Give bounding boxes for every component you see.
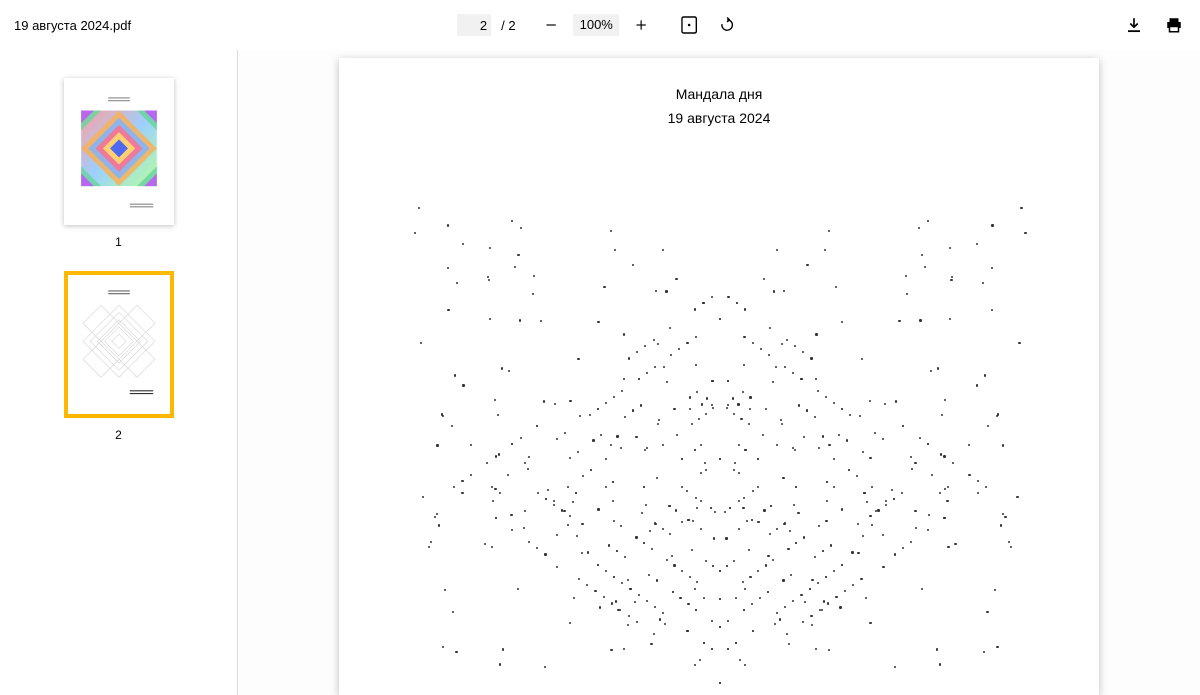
thumbnail-2-content — [74, 281, 164, 408]
document-page: Мандала дня 19 августа 2024 — [339, 58, 1099, 695]
rotate-icon — [718, 16, 736, 34]
thumbnail-2-label: 2 — [115, 428, 122, 442]
zoom-in-button[interactable] — [625, 9, 657, 41]
rotate-button[interactable] — [711, 9, 743, 41]
thumbnail-2-preview — [64, 271, 174, 418]
zoom-level[interactable]: 100% — [574, 14, 619, 36]
thumbnail-1-content — [74, 88, 164, 215]
thumbnail-1-preview — [64, 78, 174, 225]
download-icon — [1125, 16, 1143, 34]
fit-page-button[interactable] — [673, 9, 705, 41]
plus-icon — [634, 18, 648, 32]
thumbnail-1[interactable]: 1 — [64, 78, 174, 249]
thumbnail-1-label: 1 — [115, 235, 122, 249]
page-total: / 2 — [497, 18, 519, 33]
pdf-toolbar: 19 августа 2024.pdf / 2 100% — [0, 0, 1200, 50]
toolbar-center-group: / 2 100% — [457, 9, 743, 41]
doc-title: Мандала дня — [339, 86, 1099, 102]
toolbar-right-group — [1118, 9, 1190, 41]
download-button[interactable] — [1118, 9, 1150, 41]
dot-pattern — [409, 206, 1029, 695]
doc-subtitle: 19 августа 2024 — [339, 110, 1099, 126]
page-viewer[interactable]: Мандала дня 19 августа 2024 — [238, 50, 1200, 695]
file-name: 19 августа 2024.pdf — [14, 18, 131, 33]
minus-icon — [545, 18, 559, 32]
print-icon — [1165, 16, 1183, 34]
fit-page-icon — [681, 16, 697, 34]
main-area: 1 — [0, 50, 1200, 695]
thumbnails-sidebar: 1 — [0, 50, 238, 695]
zoom-out-button[interactable] — [536, 9, 568, 41]
thumbnail-2[interactable]: 2 — [64, 271, 174, 442]
page-number-input[interactable] — [457, 14, 491, 36]
print-button[interactable] — [1158, 9, 1190, 41]
